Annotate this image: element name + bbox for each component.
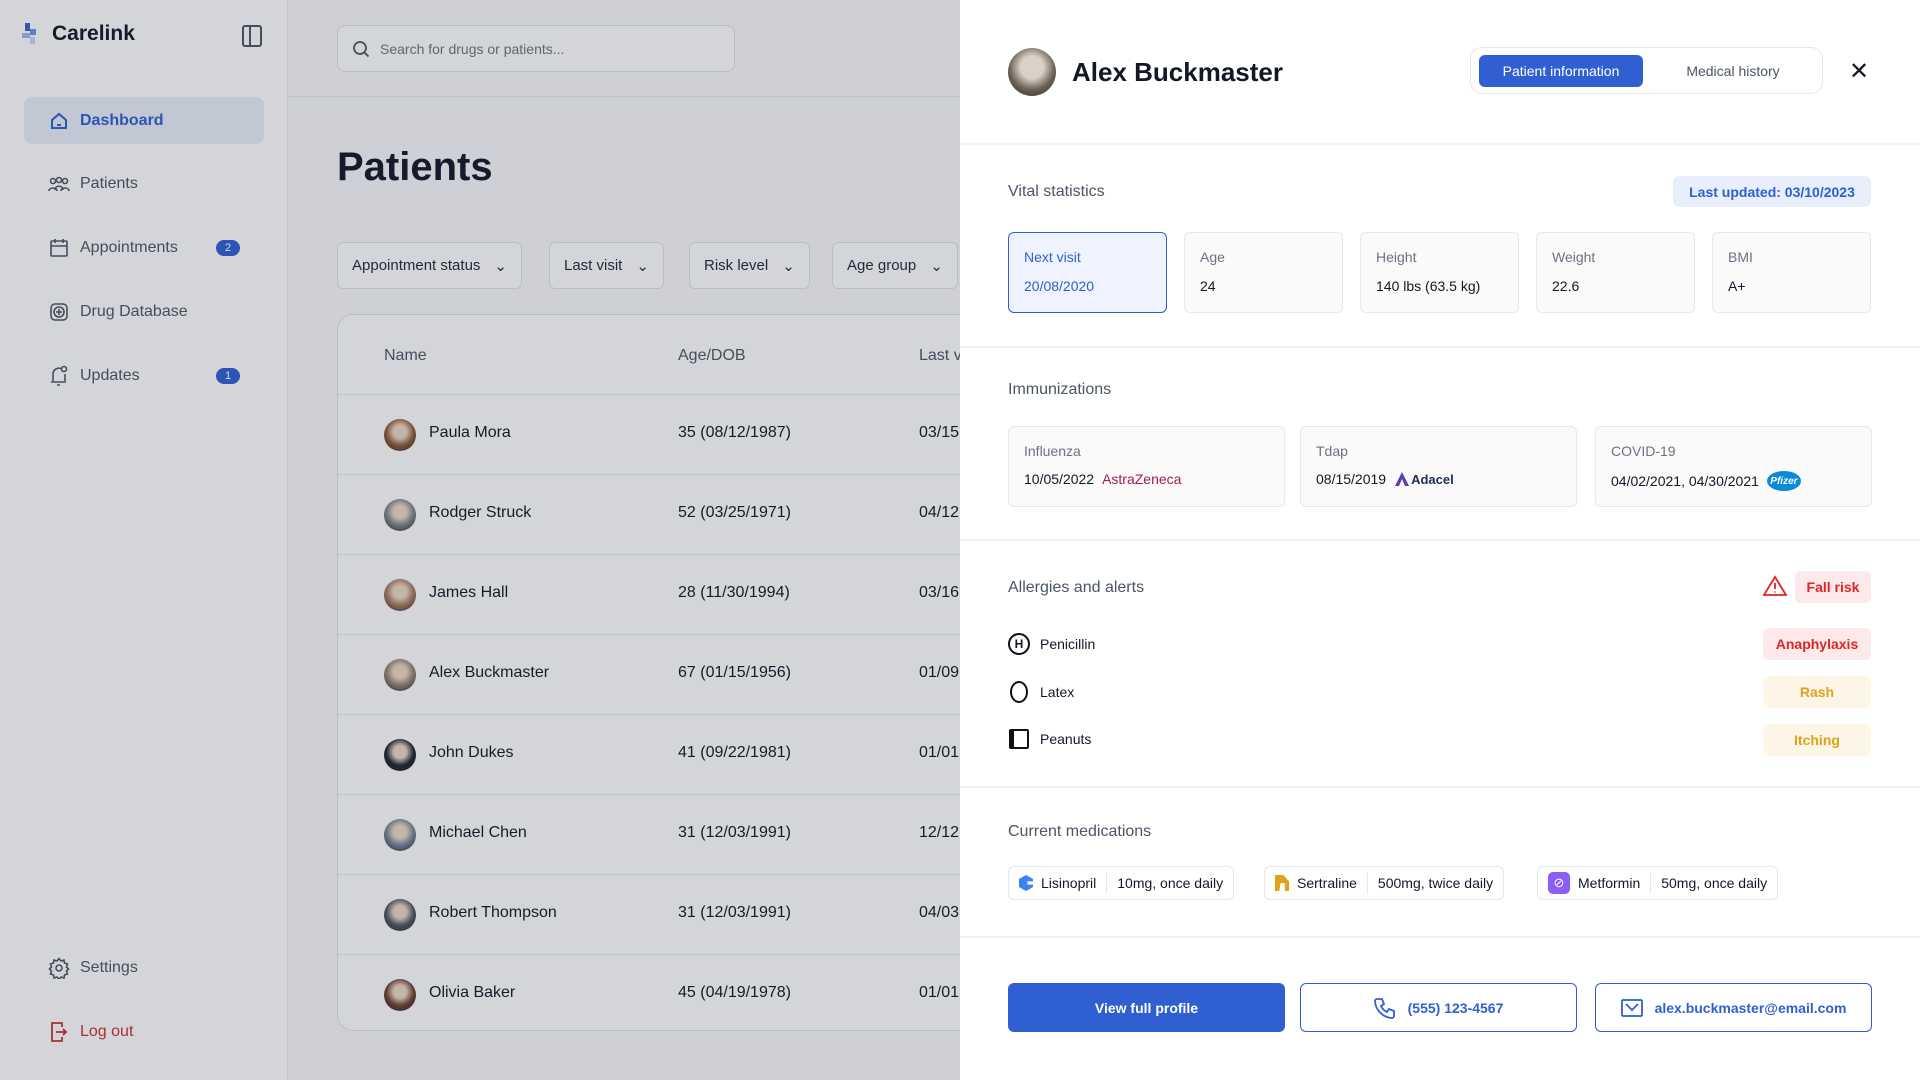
call-button[interactable]: (555) 123-4567 <box>1300 983 1577 1032</box>
adacel-logo: Adacel <box>1394 471 1454 487</box>
divider <box>960 539 1920 541</box>
metformin-icon: ⊘ <box>1548 872 1570 894</box>
avatar <box>1008 48 1056 96</box>
immunization-name: Tdap <box>1316 443 1348 459</box>
vital-label: Weight <box>1552 249 1596 265</box>
drop-icon <box>1010 681 1028 703</box>
immunization-date: 10/05/2022 <box>1024 471 1095 487</box>
view-full-profile-button[interactable]: View full profile <box>1008 983 1285 1032</box>
vital-card: Next visit 20/08/2020 <box>1008 232 1167 313</box>
phone-number: (555) 123-4567 <box>1407 999 1504 1016</box>
allergy-name: Latex <box>1040 684 1075 700</box>
medication-dose: 500mg, twice daily <box>1377 875 1494 891</box>
immunizations-title: Immunizations <box>1008 381 1112 398</box>
medication-dose: 50mg, once daily <box>1661 875 1768 891</box>
vitals-title: Vital statistics <box>1008 183 1105 200</box>
medication-chip[interactable]: ⊘ Metformin 50mg, once daily <box>1537 866 1779 900</box>
reaction-badge: Itching <box>1763 724 1871 756</box>
allergy-item: H Penicillin <box>1008 633 1095 655</box>
adacel-text: Adacel <box>1411 471 1454 487</box>
modal-backdrop[interactable] <box>0 0 960 1080</box>
divider <box>960 346 1920 348</box>
divider <box>960 143 1920 145</box>
email-address: alex.buckmaster@email.com <box>1654 999 1847 1016</box>
vital-value: 24 <box>1200 278 1216 294</box>
allergy-item: Latex <box>1008 681 1074 703</box>
medication-name: Sertraline <box>1297 875 1357 891</box>
tab-patient-information[interactable]: Patient information <box>1479 55 1643 87</box>
pfizer-logo: Pfizer <box>1766 471 1801 491</box>
close-icon[interactable]: ✕ <box>1849 60 1869 84</box>
patient-detail-panel: Alex Buckmaster Patient information Medi… <box>960 0 1920 1080</box>
immunization-card: COVID-19 04/02/2021, 04/30/2021 Pfizer <box>1595 426 1872 507</box>
peanut-icon <box>1009 729 1029 749</box>
immunization-name: COVID-19 <box>1611 443 1676 459</box>
immunization-card: Influenza 10/05/2022 AstraZeneca <box>1008 426 1285 507</box>
vital-value: A+ <box>1728 278 1746 294</box>
hospital-icon: H <box>1008 633 1030 655</box>
medication-name: Lisinopril <box>1041 875 1097 891</box>
vital-value: 20/08/2020 <box>1024 278 1095 294</box>
vital-card: BMI A+ <box>1712 232 1871 313</box>
patient-name: Alex Buckmaster <box>1072 57 1283 87</box>
vital-label: Age <box>1200 249 1225 265</box>
immunization-card: Tdap 08/15/2019 Adacel <box>1300 426 1577 507</box>
medication-chip[interactable]: Lisinopril 10mg, once daily <box>1008 866 1235 900</box>
immunization-date: 04/02/2021, 04/30/2021 <box>1611 473 1759 489</box>
divider <box>960 786 1920 788</box>
warning-icon <box>1763 575 1787 596</box>
vital-value: 22.6 <box>1552 278 1580 294</box>
phone-icon <box>1373 997 1395 1019</box>
lisinopril-icon <box>1019 875 1033 891</box>
reaction-badge: Anaphylaxis <box>1763 628 1871 660</box>
medication-chip[interactable]: Sertraline 500mg, twice daily <box>1264 866 1505 900</box>
email-button[interactable]: alex.buckmaster@email.com <box>1595 983 1872 1032</box>
immunization-date: 08/15/2019 <box>1316 471 1387 487</box>
immunization-name: Influenza <box>1024 443 1081 459</box>
vital-card: Age 24 <box>1184 232 1343 313</box>
divider <box>960 936 1920 938</box>
sertraline-icon <box>1275 875 1289 891</box>
vital-card: Weight 22.6 <box>1536 232 1695 313</box>
medication-name: Metformin <box>1578 875 1641 891</box>
allergy-name: Penicillin <box>1040 636 1096 652</box>
mail-icon <box>1620 998 1643 1017</box>
medications-title: Current medications <box>1008 823 1152 840</box>
vital-label: Height <box>1376 249 1417 265</box>
allergy-item: Peanuts <box>1008 729 1091 749</box>
allergy-name: Peanuts <box>1040 731 1092 747</box>
astrazeneca-logo: AstraZeneca <box>1102 471 1182 487</box>
vital-label: Next visit <box>1024 249 1081 265</box>
panel-tabs: Patient information Medical history <box>1470 47 1823 94</box>
vital-label: BMI <box>1728 249 1753 265</box>
tab-medical-history[interactable]: Medical history <box>1651 55 1815 87</box>
allergies-title: Allergies and alerts <box>1008 579 1145 596</box>
fall-risk-badge: Fall risk <box>1795 571 1871 603</box>
medication-dose: 10mg, once daily <box>1117 875 1224 891</box>
last-updated-badge: Last updated: 03/10/2023 <box>1673 176 1871 207</box>
vital-card: Height 140 lbs (63.5 kg) <box>1360 232 1519 313</box>
reaction-badge: Rash <box>1763 676 1871 708</box>
vital-value: 140 lbs (63.5 kg) <box>1376 278 1481 294</box>
